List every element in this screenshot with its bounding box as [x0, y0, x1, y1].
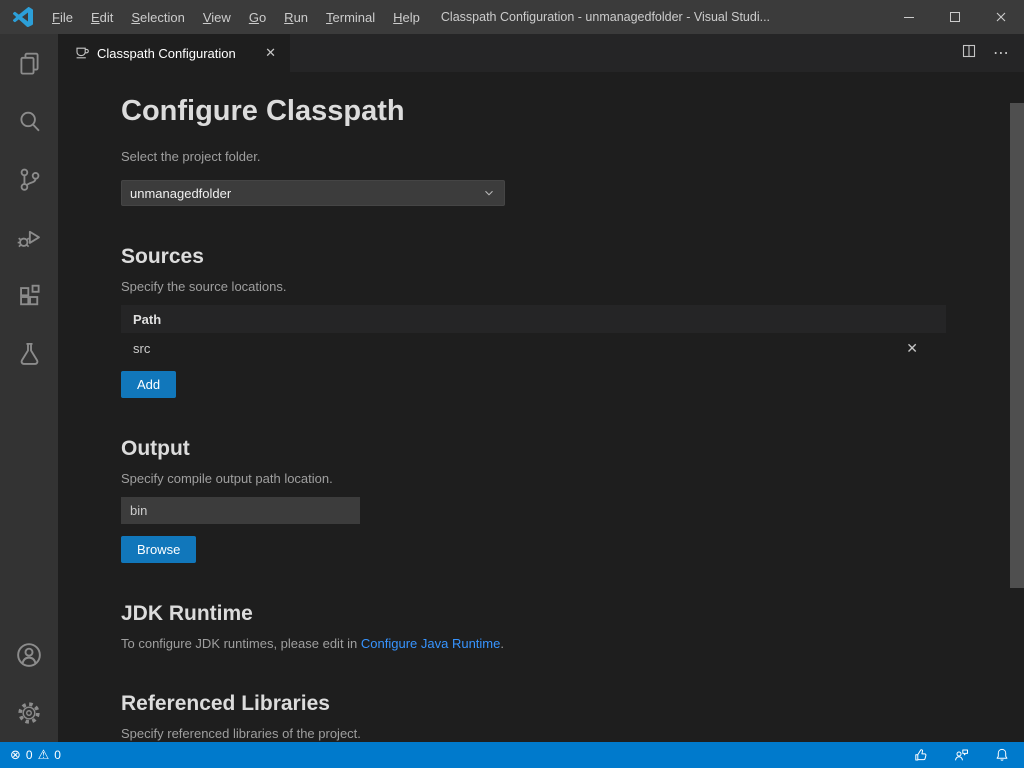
editor-tab-bar: Classpath Configuration ✕ ⋯ — [58, 34, 1024, 72]
sidebar-item-settings[interactable] — [0, 684, 58, 742]
referenced-libraries-heading: Referenced Libraries — [121, 691, 946, 717]
menu-help[interactable]: Help — [384, 6, 429, 29]
source-control-icon — [16, 166, 43, 193]
problems-indicator[interactable]: ⊗ 0 ⚠ 0 — [0, 747, 61, 763]
status-bar: ⊗ 0 ⚠ 0 — [0, 742, 1024, 768]
sources-description: Specify the source locations. — [121, 278, 946, 296]
maximize-button[interactable] — [932, 0, 978, 34]
minimize-button[interactable] — [886, 0, 932, 34]
scrollbar[interactable] — [1010, 103, 1024, 588]
error-count: 0 — [26, 748, 33, 762]
sidebar-item-source-control[interactable] — [0, 150, 58, 208]
referenced-libraries-description: Specify referenced libraries of the proj… — [121, 725, 946, 742]
menu-bar: File Edit Selection View Go Run Terminal… — [43, 0, 429, 34]
activity-bar — [0, 34, 58, 742]
output-path-input[interactable] — [121, 497, 360, 524]
configure-java-runtime-link[interactable]: Configure Java Runtime — [361, 636, 500, 651]
output-heading: Output — [121, 436, 946, 462]
sidebar-item-extensions[interactable] — [0, 266, 58, 324]
status-bar-right — [913, 747, 1024, 763]
title-bar: File Edit Selection View Go Run Terminal… — [0, 0, 1024, 34]
window-title: Classpath Configuration - unmanagedfolde… — [441, 10, 886, 24]
warning-icon: ⚠ — [38, 747, 50, 763]
add-source-button[interactable]: Add — [121, 371, 176, 398]
warning-count: 0 — [54, 748, 61, 762]
menu-view[interactable]: View — [194, 6, 240, 29]
chevron-down-icon — [482, 186, 496, 200]
sidebar-item-accounts[interactable] — [0, 626, 58, 684]
jdk-runtime-heading: JDK Runtime — [121, 601, 946, 627]
close-icon — [993, 9, 1009, 25]
output-description: Specify compile output path location. — [121, 470, 946, 488]
tab-close-icon[interactable]: ✕ — [261, 43, 280, 63]
menu-run[interactable]: Run — [275, 6, 317, 29]
minimize-icon — [901, 9, 917, 25]
debug-icon — [16, 224, 43, 251]
feedback-icon[interactable] — [953, 747, 970, 763]
sidebar-item-run-debug[interactable] — [0, 208, 58, 266]
source-row[interactable]: src ✕ — [121, 333, 946, 363]
sources-table: Path src ✕ — [121, 305, 946, 363]
page-title: Configure Classpath — [121, 92, 946, 130]
error-icon: ⊗ — [10, 747, 21, 763]
vscode-window: File Edit Selection View Go Run Terminal… — [0, 0, 1024, 768]
sidebar-item-explorer[interactable] — [0, 34, 58, 92]
source-path-value: src — [133, 341, 150, 356]
window-controls — [886, 0, 1024, 34]
vscode-logo-icon — [13, 7, 33, 27]
editor-actions: ⋯ — [961, 34, 1024, 72]
menu-edit[interactable]: Edit — [82, 6, 122, 29]
jdk-text-suffix: . — [500, 636, 504, 651]
close-button[interactable] — [978, 0, 1024, 34]
sources-heading: Sources — [121, 244, 946, 270]
project-folder-label: Select the project folder. — [121, 148, 946, 166]
menu-selection[interactable]: Selection — [122, 6, 193, 29]
jdk-text-prefix: To configure JDK runtimes, please edit i… — [121, 636, 361, 651]
more-actions-icon[interactable]: ⋯ — [993, 43, 1010, 63]
tab-classpath-configuration[interactable]: Classpath Configuration ✕ — [58, 34, 290, 72]
sidebar-item-search[interactable] — [0, 92, 58, 150]
thumbs-up-icon[interactable] — [913, 747, 929, 763]
search-icon — [16, 108, 43, 135]
browse-output-button[interactable]: Browse — [121, 536, 196, 563]
tab-label: Classpath Configuration — [97, 46, 236, 61]
files-icon — [16, 50, 43, 77]
sources-table-header: Path — [121, 305, 946, 333]
project-folder-value: unmanagedfolder — [130, 186, 231, 201]
java-cup-icon — [74, 45, 90, 61]
classpath-configuration-page: Configure Classpath Select the project f… — [58, 72, 1024, 742]
extensions-icon — [16, 282, 43, 309]
bell-icon[interactable] — [994, 747, 1010, 763]
path-column-header: Path — [133, 312, 161, 327]
menu-go[interactable]: Go — [240, 6, 275, 29]
sidebar-item-testing[interactable] — [0, 324, 58, 382]
menu-terminal[interactable]: Terminal — [317, 6, 384, 29]
editor-area: Configure Classpath Select the project f… — [58, 72, 1024, 742]
split-editor-icon[interactable] — [961, 43, 977, 64]
project-folder-select[interactable]: unmanagedfolder — [121, 180, 505, 206]
testing-icon — [16, 340, 43, 367]
gear-icon — [15, 699, 43, 727]
menu-file[interactable]: File — [43, 6, 82, 29]
maximize-icon — [947, 9, 963, 25]
account-icon — [15, 641, 43, 669]
jdk-runtime-text: To configure JDK runtimes, please edit i… — [121, 635, 946, 653]
remove-source-icon[interactable]: ✕ — [906, 340, 918, 357]
